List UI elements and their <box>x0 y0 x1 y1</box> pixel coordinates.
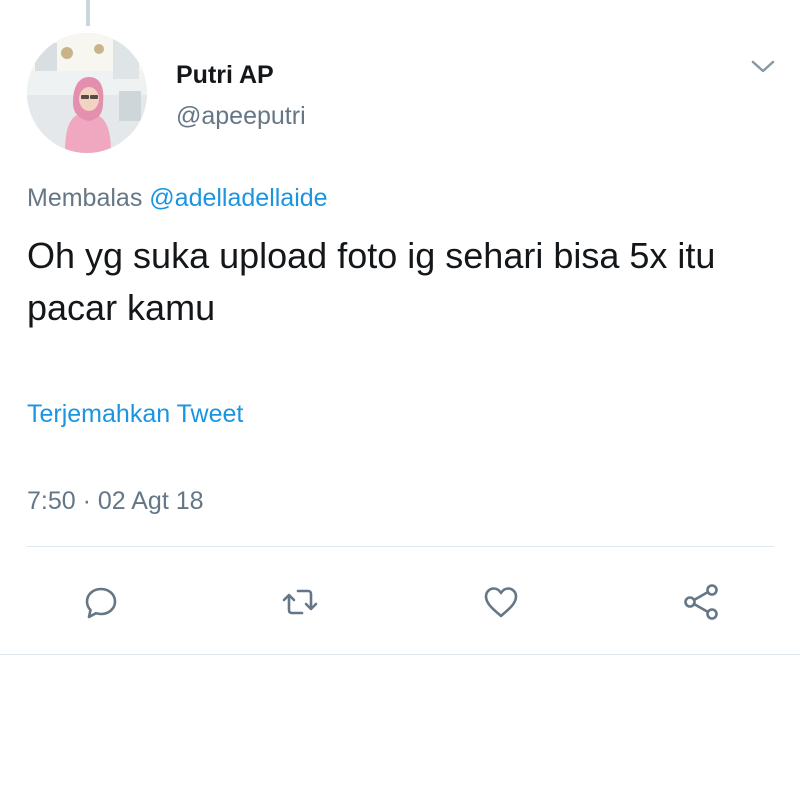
author-display-name[interactable]: Putri AP <box>176 60 274 90</box>
thread-connector-line <box>86 0 90 26</box>
translate-tweet-link[interactable]: Terjemahkan Tweet <box>27 399 243 429</box>
share-button[interactable] <box>677 578 725 626</box>
reply-context: Membalas @adelladellaide <box>27 183 328 213</box>
retweet-icon <box>282 589 318 615</box>
divider <box>27 546 774 547</box>
author-handle[interactable]: @apeeputri <box>176 101 306 131</box>
reply-prefix: Membalas <box>27 184 143 212</box>
reply-icon <box>85 587 117 619</box>
profile-photo-icon <box>27 33 147 153</box>
retweet-button[interactable] <box>276 578 324 626</box>
share-icon <box>684 584 718 620</box>
reply-to-mention-link[interactable]: @adelladellaide <box>149 184 327 212</box>
tweet-text: Oh yg suka upload foto ig sehari bisa 5x… <box>27 235 716 328</box>
like-icon <box>484 587 518 618</box>
reply-button[interactable] <box>77 578 125 626</box>
tweet-menu-button[interactable] <box>748 55 778 77</box>
tweet-timestamp[interactable]: 7:50 · 02 Agt 18 <box>27 486 204 516</box>
avatar[interactable] <box>27 33 147 153</box>
like-button[interactable] <box>477 578 525 626</box>
bottom-divider <box>0 654 800 655</box>
chevron-down-icon <box>751 60 775 73</box>
